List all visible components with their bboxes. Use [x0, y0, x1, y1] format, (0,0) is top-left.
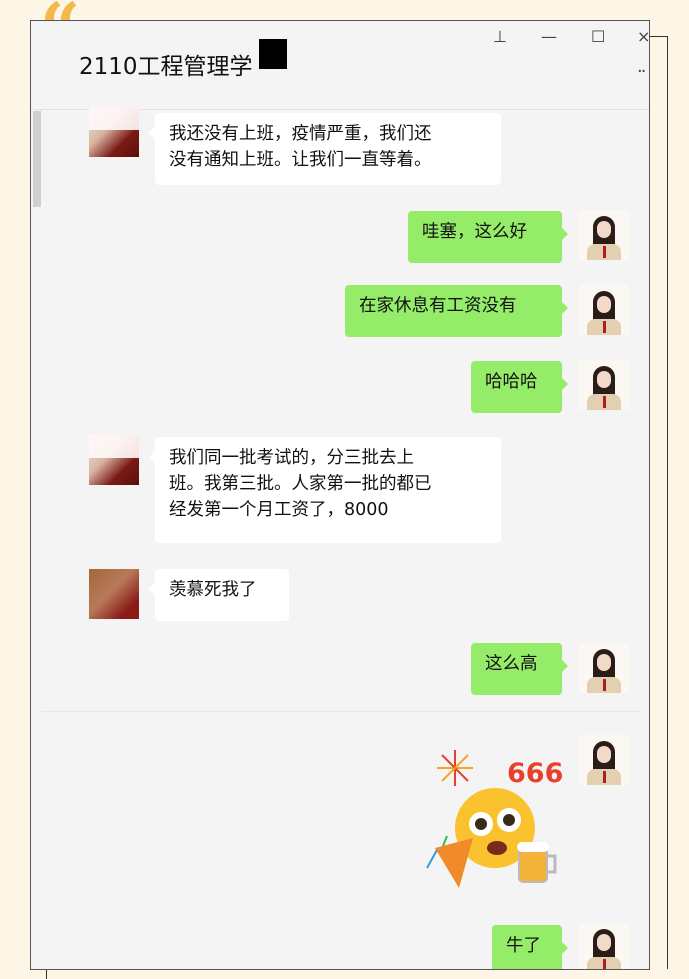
pin-icon[interactable]: ⊥: [493, 27, 507, 46]
contact-avatar[interactable]: [89, 107, 139, 157]
message-bubble[interactable]: 这么高: [471, 643, 568, 695]
chat-title: 2110工程管理学: [79, 54, 253, 80]
chat-window: 2110工程管理学 ⊥ — ☐ × ·· 我还没有上班，疫情严重，我们还 没有通…: [30, 20, 650, 970]
more-options-icon[interactable]: ··: [637, 61, 647, 82]
message-bubble[interactable]: 我们同一批考试的，分三批去上 班。我第三批。人家第一批的都已 经发第一个月工资了…: [149, 437, 501, 543]
close-icon[interactable]: ×: [637, 27, 649, 46]
my-avatar[interactable]: [579, 210, 629, 260]
message-bubble[interactable]: 哇塞，这么好: [408, 211, 568, 263]
sticker-666-label: 666: [507, 758, 564, 789]
message-bubble[interactable]: 我还没有上班，疫情严重，我们还 没有通知上班。让我们一直等着。: [149, 113, 501, 185]
my-avatar[interactable]: [579, 735, 629, 785]
my-avatar[interactable]: [579, 285, 629, 335]
message-bubble[interactable]: 牛了: [492, 925, 568, 969]
scrollbar-thumb[interactable]: [33, 111, 41, 207]
frame-line: [650, 36, 668, 969]
title-bar: 2110工程管理学 ⊥ — ☐ × ··: [31, 21, 649, 110]
contact-avatar[interactable]: [89, 569, 139, 619]
emoji-sticker[interactable]: 666: [415, 738, 563, 894]
maximize-icon[interactable]: ☐: [591, 27, 605, 46]
contact-avatar[interactable]: [89, 435, 139, 485]
minimize-icon[interactable]: —: [541, 27, 557, 46]
my-avatar[interactable]: [579, 923, 629, 969]
my-avatar[interactable]: [579, 360, 629, 410]
message-bubble[interactable]: 哈哈哈: [471, 361, 568, 413]
my-avatar[interactable]: [579, 643, 629, 693]
message-bubble[interactable]: 在家休息有工资没有: [345, 285, 568, 337]
redaction-block: [259, 39, 287, 69]
message-bubble[interactable]: 羡慕死我了: [149, 569, 289, 621]
divider: [41, 711, 641, 712]
